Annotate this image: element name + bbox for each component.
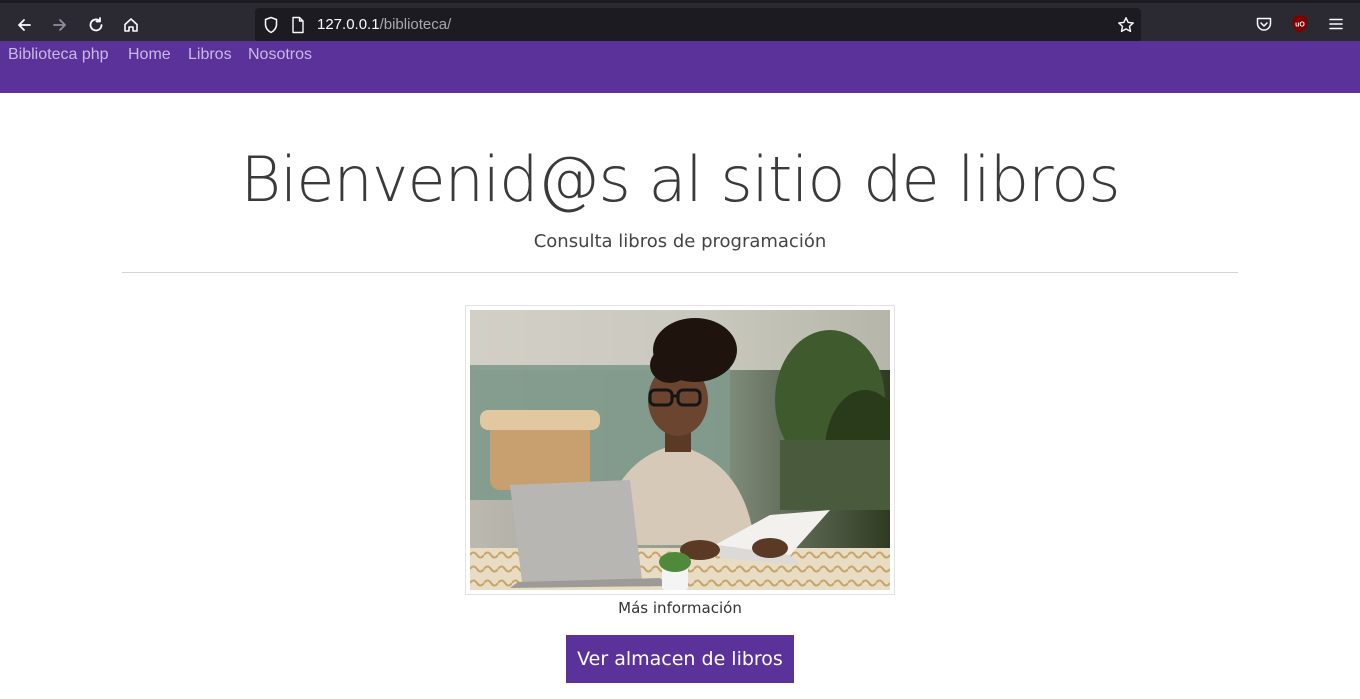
nav-libros-link[interactable]: Libros: [188, 45, 232, 65]
divider: [122, 272, 1238, 273]
tracking-protection-icon[interactable]: [263, 16, 279, 38]
home-icon: [124, 18, 138, 32]
url-text[interactable]: 127.0.0.1/biblioteca/: [317, 15, 451, 35]
reload-icon: [89, 17, 103, 32]
menu-hamburger-icon[interactable]: [1326, 14, 1346, 34]
nav-home-link[interactable]: Home: [128, 45, 171, 65]
url-bar[interactable]: 127.0.0.1/biblioteca/: [255, 8, 1141, 42]
forward-arrow-icon: [53, 19, 66, 31]
url-path: /biblioteca/: [379, 16, 452, 33]
back-button[interactable]: [9, 10, 39, 40]
forward-button[interactable]: [45, 10, 75, 40]
page-subtitle: Consulta libros de programación: [533, 231, 827, 252]
browser-toolbar: 127.0.0.1/biblioteca/ uO: [0, 0, 1360, 44]
svg-text:uO: uO: [1295, 22, 1305, 29]
home-button[interactable]: [116, 10, 146, 40]
url-host: 127.0.0.1: [317, 16, 380, 33]
back-arrow-icon: [18, 19, 31, 31]
woman-reading-photo: [470, 310, 890, 590]
bookmark-star-icon[interactable]: [1117, 16, 1135, 38]
ublock-origin-icon[interactable]: uO: [1290, 14, 1310, 34]
hero-image-frame: [465, 305, 895, 595]
view-bookstore-button[interactable]: Ver almacen de libros: [566, 635, 794, 683]
page-title: Bienvenid@s al sitio de libros: [240, 143, 1121, 216]
nav-brand-link[interactable]: Biblioteca php: [8, 45, 109, 65]
site-navbar: Biblioteca php Home Libros Nosotros: [0, 41, 1360, 93]
reload-button[interactable]: [81, 10, 111, 40]
page-info-icon[interactable]: [291, 16, 305, 38]
image-caption: Más información: [618, 599, 742, 617]
nav-nosotros-link[interactable]: Nosotros: [248, 45, 312, 65]
pocket-icon[interactable]: [1254, 14, 1274, 34]
